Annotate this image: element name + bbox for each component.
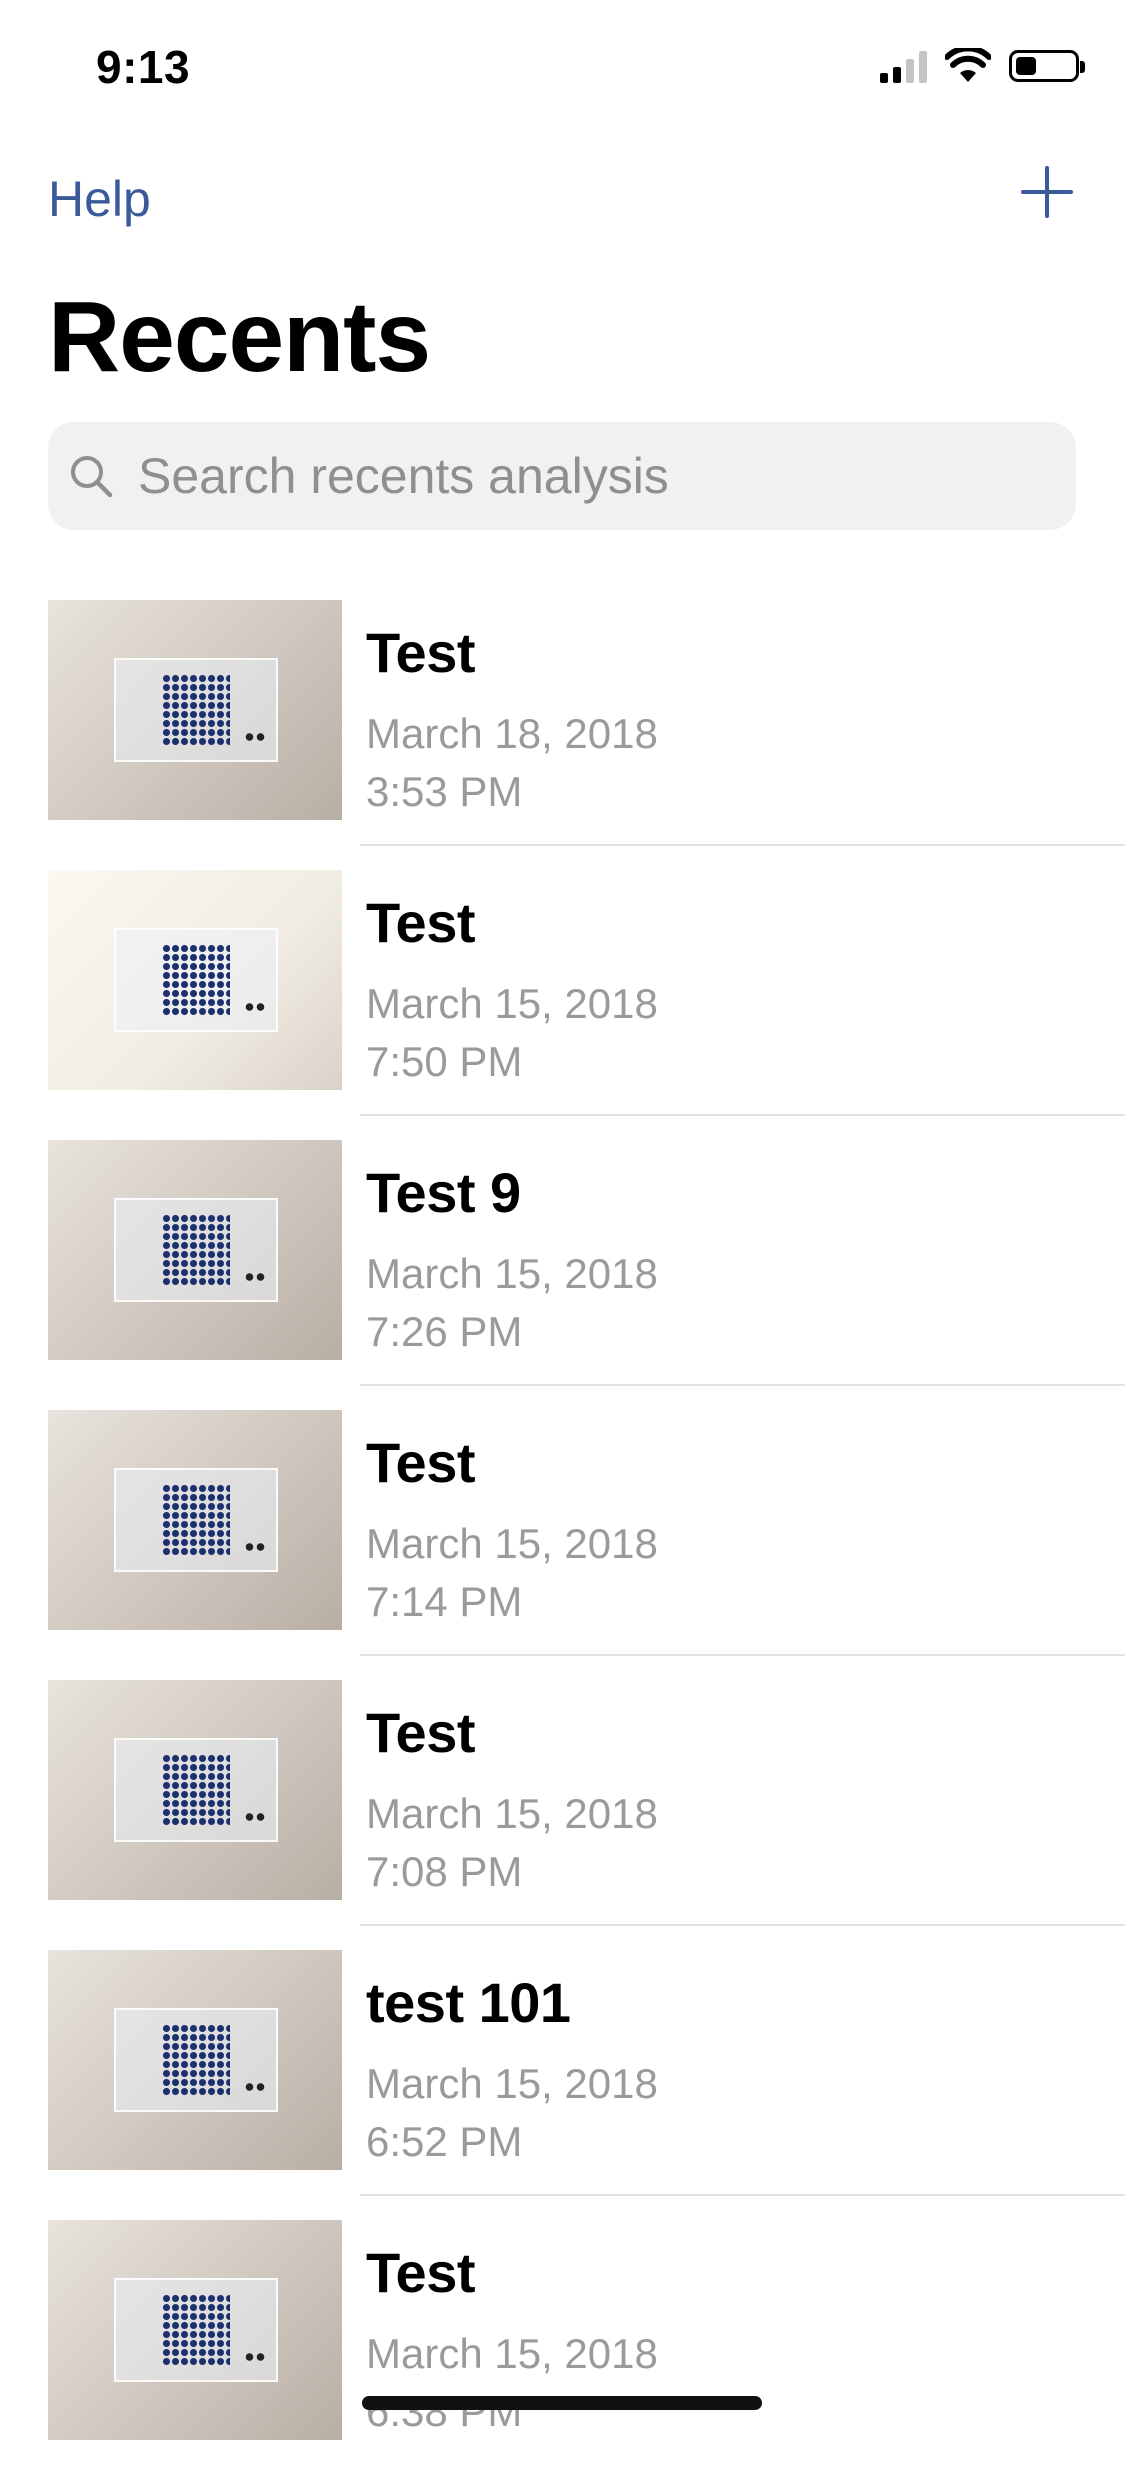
item-title: Test <box>366 891 476 954</box>
wifi-icon <box>945 48 991 82</box>
thumbnail-image <box>48 1410 342 1630</box>
thumbnail-image <box>48 600 342 820</box>
separator <box>360 1114 1125 1116</box>
status-time: 9:13 <box>96 41 191 93</box>
home-indicator[interactable] <box>362 2396 762 2410</box>
item-date: March 15, 2018 <box>366 2330 658 2377</box>
separator <box>360 1654 1125 1656</box>
item-date: March 15, 2018 <box>366 1790 658 1837</box>
list-item[interactable]: Test March 18, 2018 3:53 PM <box>0 600 1125 870</box>
item-title: Test <box>366 1701 476 1764</box>
well-plate <box>114 1198 278 1302</box>
list-item[interactable]: Test March 15, 2018 7:14 PM <box>0 1410 1125 1680</box>
list-item[interactable]: test 101 March 15, 2018 6:52 PM <box>0 1950 1125 2220</box>
well-plate <box>114 658 278 762</box>
well-plate <box>114 1468 278 1572</box>
item-time: 7:26 PM <box>366 1308 523 1355</box>
list-item[interactable]: Test 9 March 15, 2018 7:26 PM <box>0 1140 1125 1410</box>
item-time: 7:08 PM <box>366 1848 523 1895</box>
search-input[interactable] <box>136 446 1040 506</box>
item-time: 6:52 PM <box>366 2118 523 2165</box>
item-title: Test <box>366 2241 476 2304</box>
thumbnail-image <box>48 1950 342 2170</box>
cellular-signal-icon <box>880 49 927 83</box>
thumbnail-image <box>48 1140 342 1360</box>
list-item[interactable]: Test March 15, 2018 7:08 PM <box>0 1680 1125 1950</box>
item-date: March 15, 2018 <box>366 1520 658 1567</box>
well-plate <box>114 2008 278 2112</box>
status-icons <box>880 48 1085 84</box>
thumbnail-image <box>48 2220 342 2440</box>
item-date: March 15, 2018 <box>366 2060 658 2107</box>
thumbnail-image <box>48 1680 342 1900</box>
separator <box>360 844 1125 846</box>
separator <box>360 1924 1125 1926</box>
battery-icon <box>1009 50 1085 82</box>
item-date: March 18, 2018 <box>366 710 658 757</box>
item-time: 3:53 PM <box>366 768 523 815</box>
item-title: Test <box>366 1431 476 1494</box>
list-item[interactable]: Test March 15, 2018 7:50 PM <box>0 870 1125 1140</box>
item-title: Test 9 <box>366 1161 521 1224</box>
well-plate <box>114 2278 278 2382</box>
well-plate <box>114 928 278 1032</box>
list-item[interactable]: Test March 15, 2018 6:38 PM <box>0 2220 1125 2490</box>
separator <box>360 2194 1125 2196</box>
item-time: 7:50 PM <box>366 1038 523 1085</box>
thumbnail-image <box>48 870 342 1090</box>
help-link[interactable]: Help <box>48 170 151 228</box>
plus-icon[interactable] <box>1019 164 1075 220</box>
well-plate <box>114 1738 278 1842</box>
item-title: Test <box>366 621 476 684</box>
page-title: Recents <box>48 281 431 393</box>
item-title: test 101 <box>366 1971 571 2034</box>
item-time: 7:14 PM <box>366 1578 523 1625</box>
item-date: March 15, 2018 <box>366 980 658 1027</box>
item-date: March 15, 2018 <box>366 1250 658 1297</box>
search-bar[interactable] <box>48 422 1076 530</box>
status-bar: 9:13 <box>0 0 1125 132</box>
recents-list: Test March 18, 2018 3:53 PM Test March 1… <box>0 600 1125 2490</box>
separator <box>360 1384 1125 1386</box>
battery-level <box>1016 57 1036 75</box>
search-icon <box>71 456 113 498</box>
